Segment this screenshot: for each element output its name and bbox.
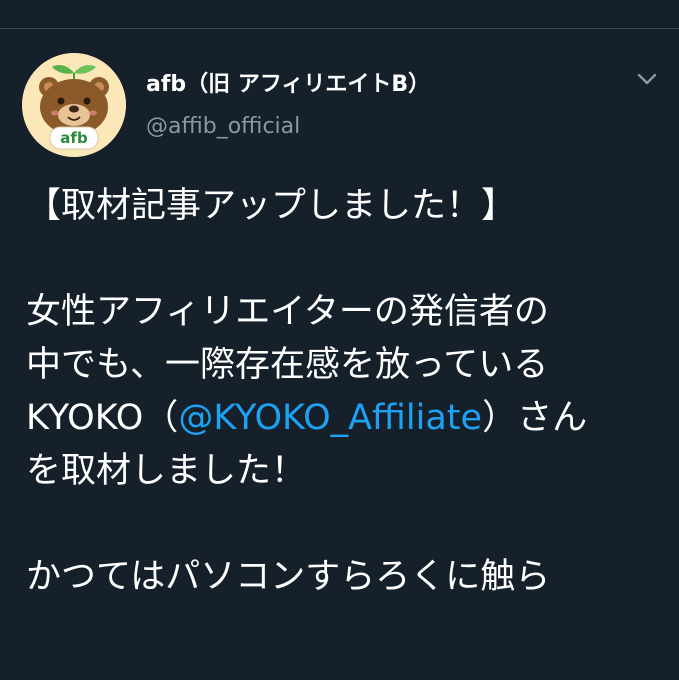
tweet-line: 中でも、一際存在感を放っている [26,345,549,385]
tweet-line: かつてはパソコンすらろくに触ら [26,557,551,597]
avatar[interactable]: afb [22,53,126,157]
tweet-line: 【取材記事アップしました！】 [26,186,517,226]
author-name[interactable]: afb（旧 アフィリエイトB） [146,66,430,98]
tweet-line: を取材しました！ [26,451,307,491]
author-handle[interactable]: @affib_official [146,114,300,139]
mention-link[interactable]: @KYOKO_Affiliate [178,398,482,438]
svg-text:afb: afb [60,129,88,147]
tweet-line: 女性アフィリエイターの発信者の [26,292,549,332]
tweet-menu-button[interactable] [632,66,662,92]
chevron-down-icon [637,73,657,85]
tweet-line-text: ）さん [482,398,588,438]
tweet-text: 【取材記事アップしました！】 女性アフィリエイターの発信者の 中でも、一際存在感… [26,180,676,604]
bear-mascot-icon: afb [22,53,126,157]
tweet-line-text: KYOKO（ [26,398,179,438]
tweet-line: KYOKO（@KYOKO_Affiliate）さん [26,392,676,445]
top-divider [0,28,679,29]
